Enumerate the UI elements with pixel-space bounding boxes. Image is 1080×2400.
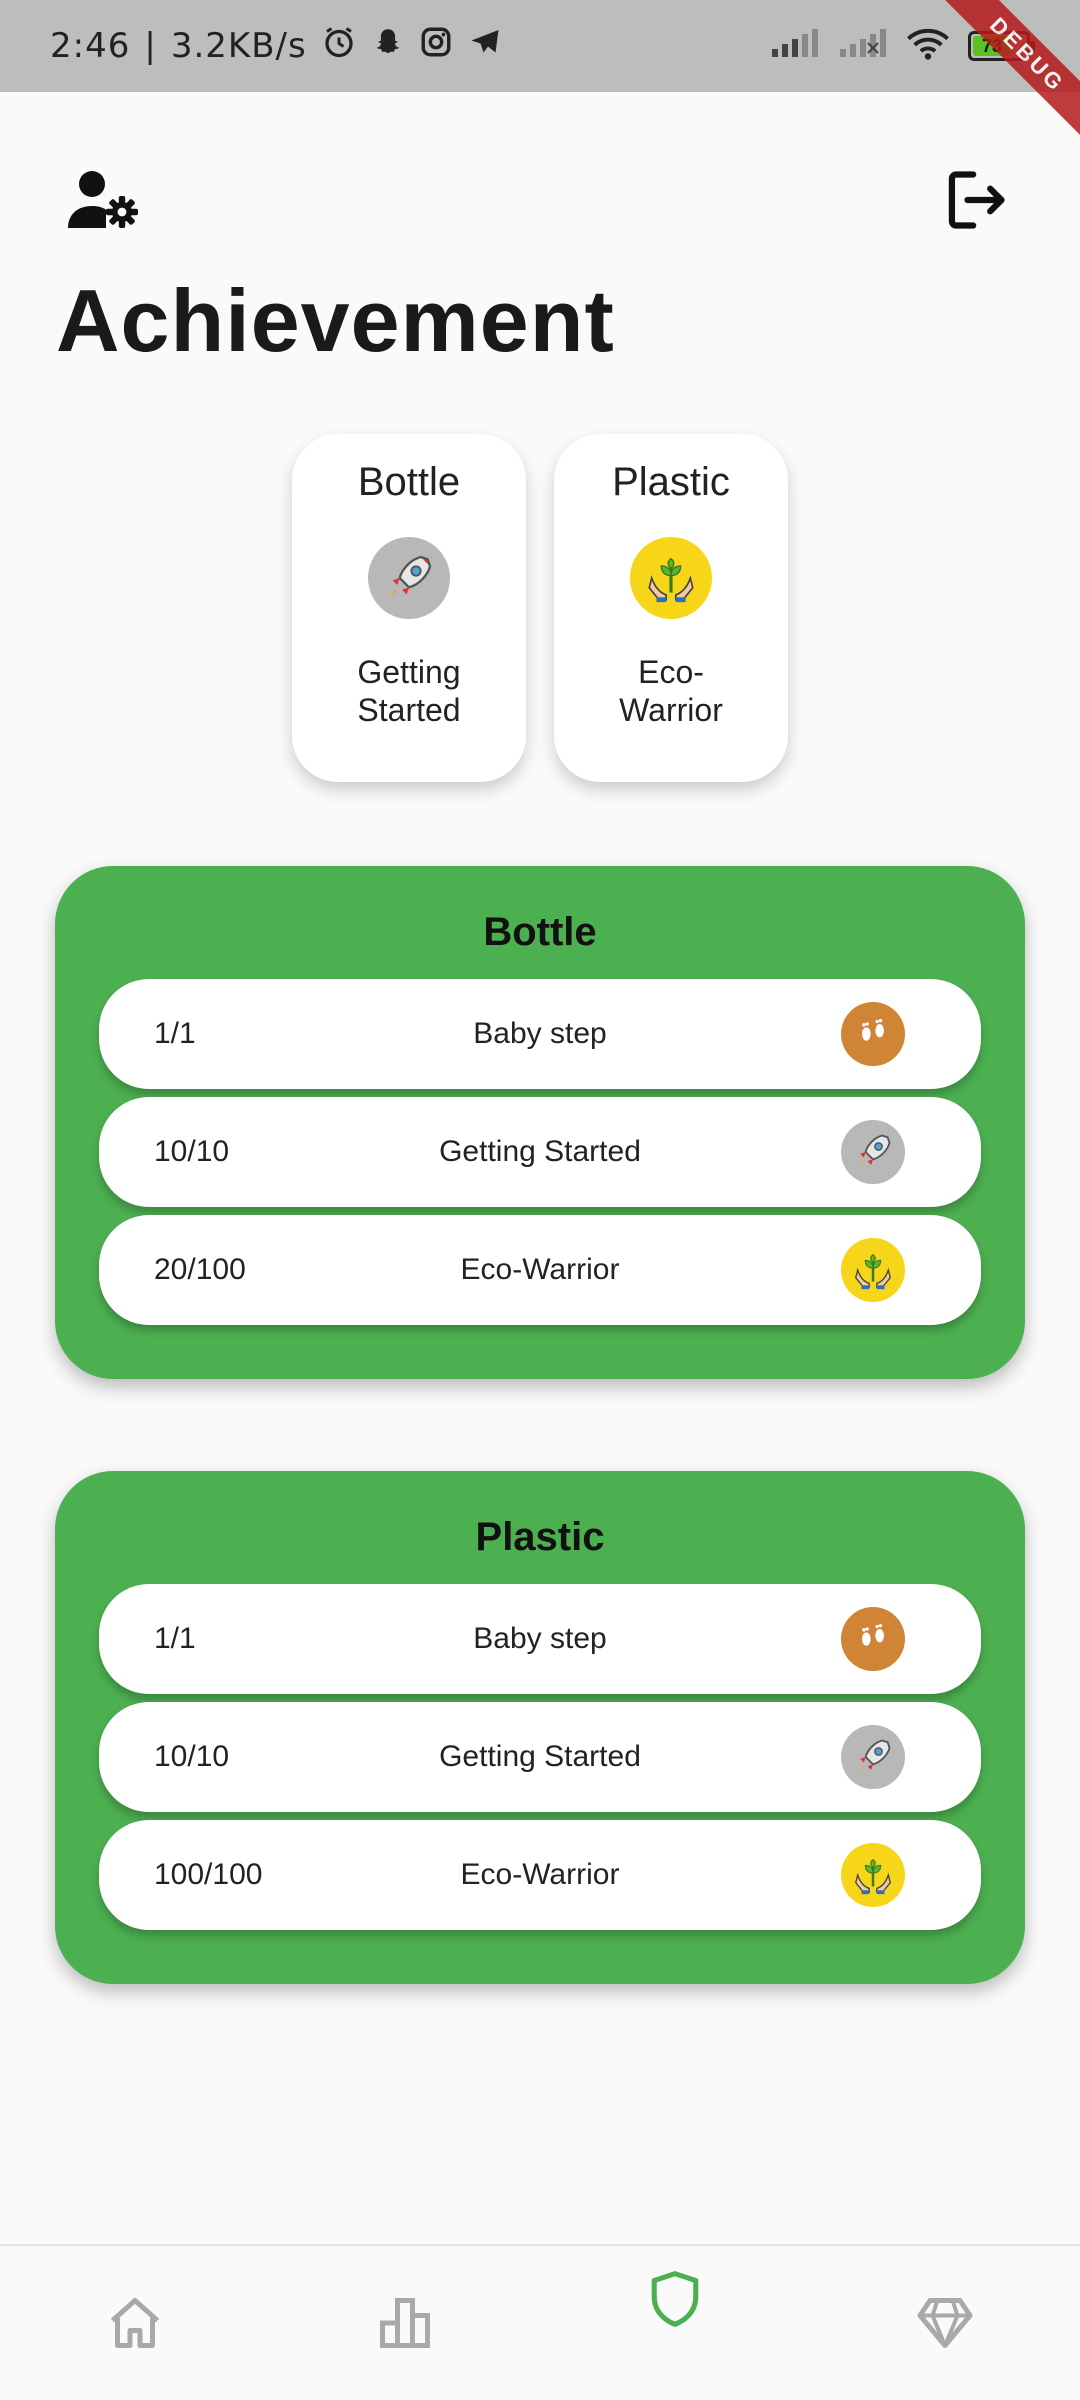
plant-hands-icon [841, 1238, 905, 1302]
list-item[interactable]: 1/1 Baby step [99, 979, 981, 1089]
diamond-icon [917, 2298, 973, 2348]
status-time: 2:46 [50, 26, 131, 66]
home-icon [110, 2298, 160, 2348]
rocket-icon [368, 537, 450, 619]
card-title: Plastic [612, 460, 730, 504]
progress-text: 1/1 [154, 1622, 196, 1655]
card-label: Eco-Warrior [619, 654, 723, 728]
footprints-icon [841, 1607, 905, 1671]
logout-icon[interactable] [936, 160, 1016, 240]
footprints-icon [841, 1002, 905, 1066]
nav-achievements[interactable] [615, 2263, 735, 2383]
plant-hands-icon [841, 1843, 905, 1907]
battery-level: 73 [973, 36, 1011, 56]
list-item[interactable]: 10/10 Getting Started [99, 1097, 981, 1207]
achievement-card-bottle[interactable]: Bottle Getting Started [292, 434, 526, 782]
status-speed: 3.2KB/s [170, 26, 307, 66]
card-title: Bottle [357, 460, 461, 504]
signal-icon [838, 28, 888, 64]
section-plastic: Plastic 1/1 Baby step 10/10 Getting Star… [55, 1471, 1025, 1984]
bottom-nav [0, 2244, 1080, 2400]
section-bottle: Bottle 1/1 Baby step 10/10 Getting Start… [55, 866, 1025, 1379]
achievement-cards: Bottle Getting Started Plastic Eco-Warri… [0, 434, 1080, 782]
nav-home[interactable] [75, 2263, 195, 2383]
card-label: Getting Started [357, 654, 461, 728]
status-bar: 2:46 | 3.2KB/s 73 DEBUG [0, 0, 1080, 143]
instagram-icon [419, 25, 453, 68]
section-title: Bottle [483, 910, 597, 954]
nav-rewards[interactable] [885, 2263, 1005, 2383]
user-settings-icon[interactable] [64, 160, 144, 240]
list-item[interactable]: 100/100 Eco-Warrior [99, 1820, 981, 1930]
status-separator: | [144, 26, 157, 66]
progress-text: 20/100 [154, 1253, 246, 1286]
list-item[interactable]: 20/100 Eco-Warrior [99, 1215, 981, 1325]
plant-hands-icon [630, 537, 712, 619]
wifi-icon [906, 28, 950, 65]
header-actions [64, 160, 1016, 240]
list-item[interactable]: 1/1 Baby step [99, 1584, 981, 1694]
rocket-icon [841, 1120, 905, 1184]
progress-text: 10/10 [154, 1135, 230, 1168]
achievement-card-plastic[interactable]: Plastic Eco-Warrior [554, 434, 788, 782]
debug-ribbon: DEBUG [930, 0, 1080, 150]
shield-icon [651, 2271, 699, 2327]
rocket-icon [841, 1725, 905, 1789]
progress-text: 1/1 [154, 1017, 196, 1050]
snapchat-icon [371, 25, 405, 68]
telegram-icon [467, 24, 503, 69]
section-title: Plastic [475, 1515, 605, 1559]
nav-leaderboard[interactable] [345, 2263, 465, 2383]
alarm-icon [321, 24, 357, 69]
leaderboard-icon [380, 2298, 430, 2348]
list-item[interactable]: 10/10 Getting Started [99, 1702, 981, 1812]
battery-icon: 73 [968, 31, 1035, 61]
progress-text: 100/100 [154, 1858, 263, 1891]
progress-text: 10/10 [154, 1740, 230, 1773]
page-title: Achievement [56, 271, 615, 370]
signal-icon [770, 28, 820, 64]
